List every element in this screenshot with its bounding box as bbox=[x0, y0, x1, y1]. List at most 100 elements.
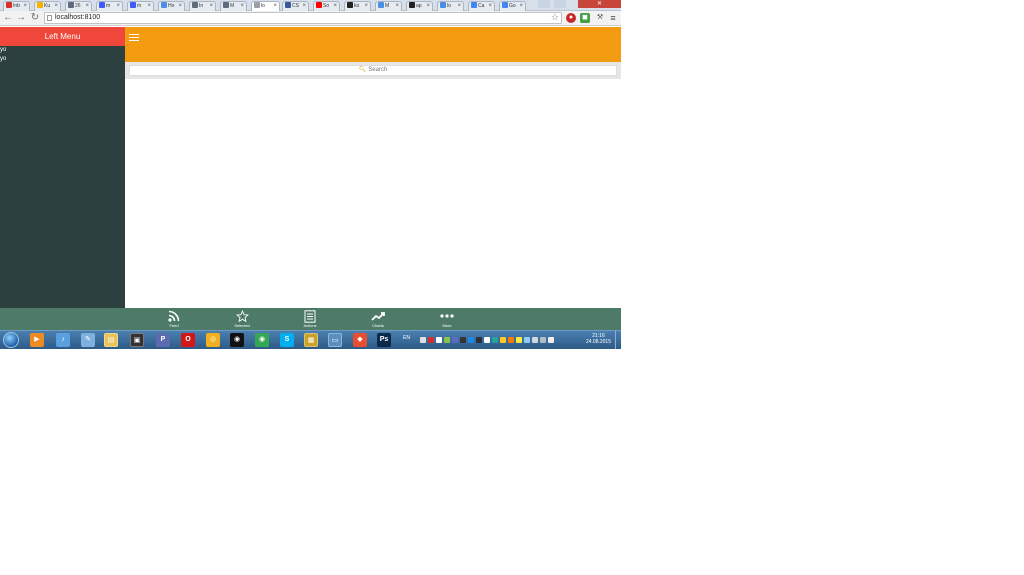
tray-icon[interactable] bbox=[500, 337, 506, 343]
forward-button[interactable]: → bbox=[15, 12, 27, 24]
browser-tab[interactable]: CS × bbox=[282, 1, 309, 11]
browser-tab[interactable]: m × bbox=[96, 1, 123, 11]
tray-icon[interactable] bbox=[468, 337, 474, 343]
bookmark-star-icon[interactable]: ☆ bbox=[551, 12, 559, 22]
tray-icon[interactable] bbox=[444, 337, 450, 343]
close-tab-icon[interactable]: × bbox=[54, 2, 58, 11]
search-input[interactable]: 🔍︎ Search bbox=[129, 65, 617, 76]
close-tab-icon[interactable]: × bbox=[209, 2, 213, 11]
page-icon bbox=[254, 2, 260, 8]
show-desktop-button[interactable] bbox=[615, 331, 621, 349]
b-icon bbox=[285, 2, 291, 8]
tools-extension-icon[interactable]: ⚒ bbox=[595, 13, 605, 23]
tray-icon[interactable] bbox=[484, 337, 490, 343]
adblock-extension-icon[interactable]: ● bbox=[566, 13, 576, 23]
browser-tab[interactable]: Ku × bbox=[34, 1, 61, 11]
close-tab-icon[interactable]: × bbox=[302, 2, 306, 11]
close-tab-icon[interactable]: × bbox=[426, 2, 430, 11]
close-tab-icon[interactable]: × bbox=[364, 2, 368, 11]
tray-icon[interactable] bbox=[524, 337, 530, 343]
close-tab-icon[interactable]: × bbox=[240, 2, 244, 11]
menu-toggle-button[interactable] bbox=[129, 34, 139, 44]
browser-tab-label: In bbox=[199, 3, 204, 9]
language-indicator[interactable]: EN bbox=[403, 335, 410, 341]
notepad-icon[interactable]: ✎ bbox=[81, 333, 95, 347]
browser-tab[interactable]: Ca × bbox=[468, 1, 495, 11]
back-button[interactable]: ← bbox=[2, 12, 14, 24]
browser-tab-label: CS bbox=[292, 3, 299, 9]
browser-tab[interactable]: ko × bbox=[344, 1, 371, 11]
tray-icon[interactable] bbox=[492, 337, 498, 343]
tray-icon[interactable] bbox=[548, 337, 554, 343]
php-icon[interactable]: P bbox=[156, 333, 170, 347]
close-tab-icon[interactable]: × bbox=[488, 2, 492, 11]
start-button[interactable] bbox=[3, 332, 19, 348]
steam-icon[interactable]: ◉ bbox=[230, 333, 244, 347]
side-menu-title: Left Menu bbox=[0, 27, 125, 46]
terminal-icon[interactable]: ▣ bbox=[130, 333, 144, 347]
browser-tab[interactable]: Ho × bbox=[158, 1, 185, 11]
git-icon[interactable]: ◆ bbox=[353, 333, 367, 347]
opera-icon[interactable]: O bbox=[181, 333, 195, 347]
tab-feed[interactable]: Feed bbox=[156, 309, 192, 329]
extension-icon[interactable]: ◼ bbox=[580, 13, 590, 23]
browser-tab[interactable]: In × bbox=[189, 1, 216, 11]
tray-icon[interactable] bbox=[428, 337, 434, 343]
browser-tab-label: m bbox=[106, 3, 111, 9]
tray-icon[interactable] bbox=[460, 337, 466, 343]
chrome-icon[interactable]: ◉ bbox=[255, 333, 269, 347]
tray-icon[interactable] bbox=[452, 337, 458, 343]
photoshop-icon[interactable]: Ps bbox=[377, 333, 391, 347]
tray-icon[interactable] bbox=[436, 337, 442, 343]
browser-tab[interactable]: ap × bbox=[406, 1, 433, 11]
browser-tab[interactable]: M × bbox=[220, 1, 247, 11]
close-tab-icon[interactable]: × bbox=[85, 2, 89, 11]
tray-icon[interactable] bbox=[476, 337, 482, 343]
tray-icon[interactable] bbox=[532, 337, 538, 343]
close-tab-icon[interactable]: × bbox=[116, 2, 120, 11]
address-bar[interactable]: localhost:8100 ☆ bbox=[44, 12, 562, 24]
tab-selected[interactable]: Selected bbox=[224, 309, 260, 329]
close-tab-icon[interactable]: × bbox=[333, 2, 337, 11]
tray-icon[interactable] bbox=[420, 337, 426, 343]
browser-tab[interactable]: Inb × bbox=[3, 1, 30, 11]
tray-icon[interactable] bbox=[508, 337, 514, 343]
close-tab-icon[interactable]: × bbox=[395, 2, 399, 11]
explorer-icon[interactable]: ▤ bbox=[104, 333, 118, 347]
browser-menu-button[interactable]: ≡ bbox=[608, 13, 618, 23]
volume-icon[interactable]: ♪ bbox=[56, 333, 70, 347]
media-player-icon[interactable]: ▶ bbox=[30, 333, 44, 347]
browser-tab[interactable]: lo × bbox=[437, 1, 464, 11]
close-tab-icon[interactable]: × bbox=[147, 2, 151, 11]
tab-actions[interactable]: Actions bbox=[292, 309, 328, 329]
calendar-icon[interactable]: ▦ bbox=[304, 333, 318, 347]
side-menu-item[interactable]: yo bbox=[0, 55, 125, 64]
browser-tab[interactable]: 26 × bbox=[65, 1, 92, 11]
search-icon: 🔍︎ bbox=[358, 67, 367, 73]
close-tab-icon[interactable]: × bbox=[23, 2, 27, 11]
more-icon bbox=[440, 314, 454, 318]
remote-desktop-icon[interactable]: ▭ bbox=[328, 333, 342, 347]
clock[interactable]: 21:16 24.08.2015 bbox=[586, 333, 611, 345]
close-tab-icon[interactable]: × bbox=[273, 2, 277, 11]
tab-more[interactable]: More bbox=[429, 309, 465, 329]
close-tab-icon[interactable]: × bbox=[457, 2, 461, 11]
browser-tab[interactable]: Go × bbox=[499, 1, 526, 11]
tray-icon[interactable] bbox=[540, 337, 546, 343]
close-tab-icon[interactable]: × bbox=[519, 2, 523, 11]
close-window-button[interactable]: ✕ bbox=[578, 0, 621, 8]
rss-icon bbox=[168, 310, 180, 322]
browser-tab[interactable]: So × bbox=[313, 1, 340, 11]
star-icon bbox=[235, 309, 249, 322]
reload-button[interactable]: ↻ bbox=[29, 12, 41, 24]
minimize-button[interactable] bbox=[538, 0, 550, 8]
side-menu-item[interactable]: yo bbox=[0, 46, 125, 55]
close-tab-icon[interactable]: × bbox=[178, 2, 182, 11]
skype-icon[interactable]: S bbox=[280, 333, 294, 347]
chrome-canary-icon[interactable]: ◎ bbox=[206, 333, 220, 347]
tray-icon[interactable] bbox=[516, 337, 522, 343]
browser-tab[interactable]: M × bbox=[375, 1, 402, 11]
browser-tab[interactable]: m × bbox=[127, 1, 154, 11]
maximize-button[interactable] bbox=[554, 0, 566, 8]
tab-charts[interactable]: Charts bbox=[360, 309, 396, 329]
